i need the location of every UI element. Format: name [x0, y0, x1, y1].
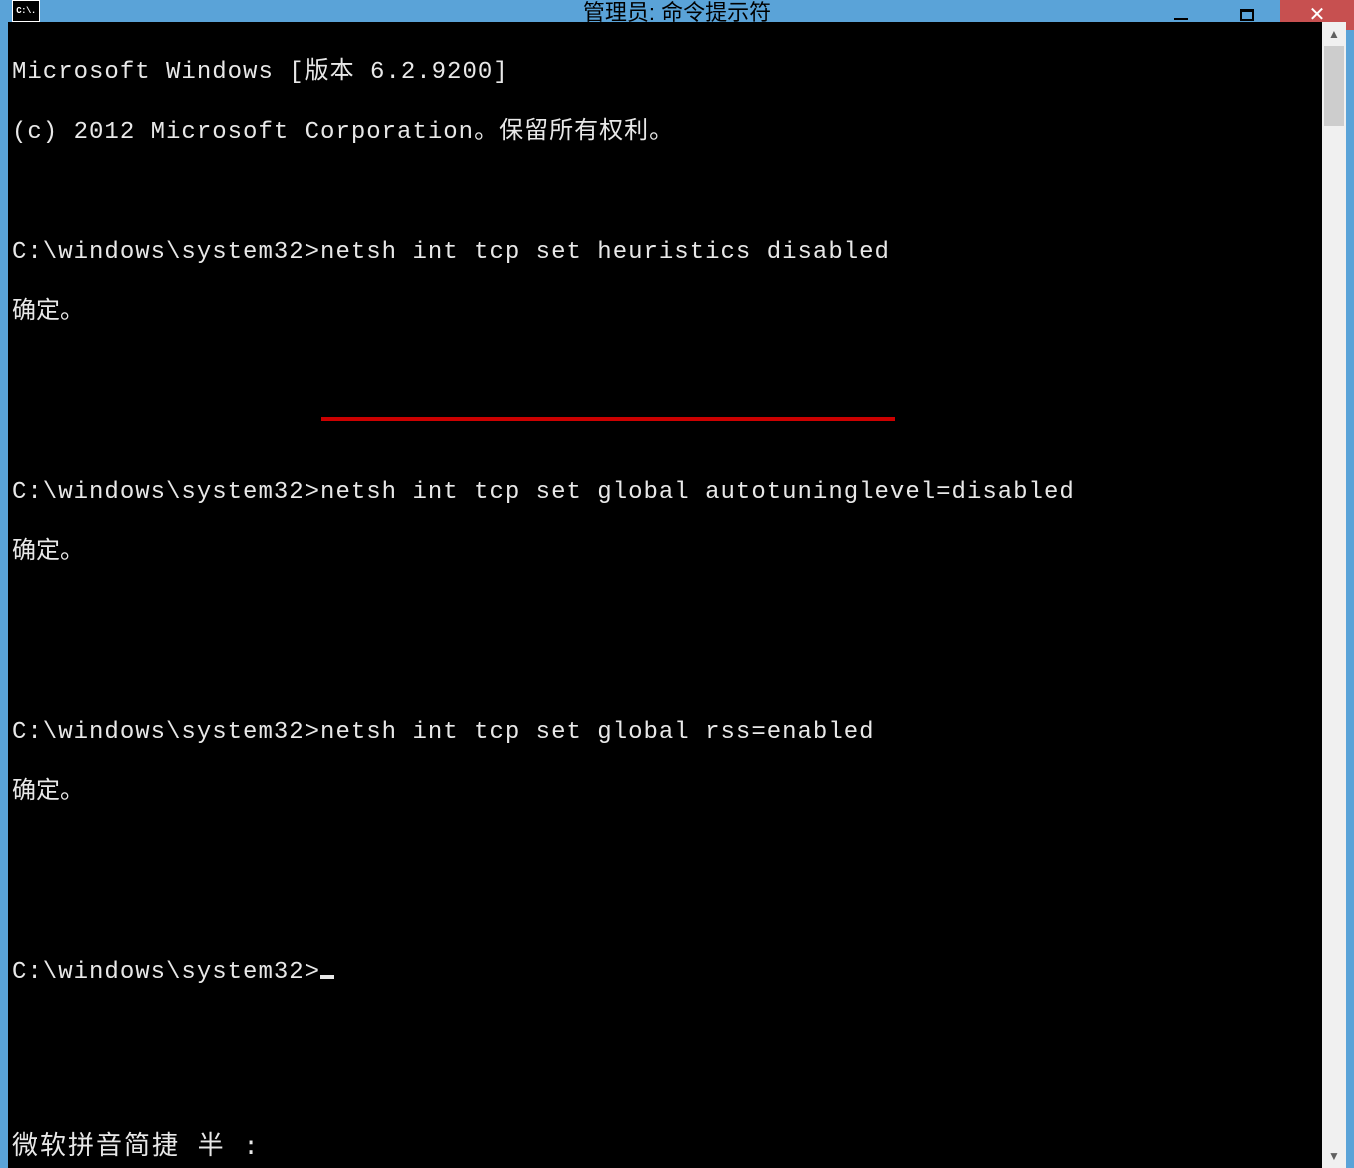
maximize-icon	[1240, 9, 1254, 21]
console-line	[12, 658, 1322, 688]
copyright-line: (c) 2012 Microsoft Corporation。保留所有权利。	[12, 119, 674, 146]
cursor	[320, 975, 334, 979]
console-line: C:\windows\system32>	[12, 958, 1322, 988]
prompt: C:\windows\system32>	[12, 959, 320, 986]
red-underline-annotation	[321, 417, 895, 421]
prompt: C:\windows\system32>	[12, 479, 320, 506]
console-output[interactable]: Microsoft Windows [版本 6.2.9200] (c) 2012…	[8, 22, 1322, 1168]
prompt: C:\windows\system32>	[12, 239, 320, 266]
console-line: 确定。	[12, 298, 1322, 328]
command-text: netsh int tcp set global autotuninglevel…	[320, 479, 1075, 506]
chevron-up-icon: ▲	[1328, 27, 1340, 41]
console-line: (c) 2012 Microsoft Corporation。保留所有权利。	[12, 118, 1322, 148]
version-line: Microsoft Windows [版本 6.2.9200]	[12, 59, 509, 86]
minimize-icon	[1174, 18, 1188, 20]
scrollbar-thumb[interactable]	[1324, 46, 1344, 126]
chevron-down-icon: ▼	[1328, 1149, 1340, 1163]
scroll-down-button[interactable]: ▼	[1322, 1144, 1346, 1168]
cmd-window: C:\. 管理员: 命令提示符 ✕ Microsoft Windows [版本 …	[0, 0, 1354, 918]
console-line: C:\windows\system32>netsh int tcp set gl…	[12, 478, 1322, 508]
console-line	[12, 898, 1322, 928]
console-line: Microsoft Windows [版本 6.2.9200]	[12, 58, 1322, 88]
result-ok: 确定。	[12, 539, 84, 566]
console-line	[12, 178, 1322, 208]
client-area: Microsoft Windows [版本 6.2.9200] (c) 2012…	[8, 22, 1346, 1168]
vertical-scrollbar[interactable]: ▲ ▼	[1322, 22, 1346, 1168]
ime-status: 微软拼音简捷 半 :	[12, 1132, 261, 1162]
console-line: 确定。	[12, 538, 1322, 568]
console-line	[12, 598, 1322, 628]
console-line: C:\windows\system32>netsh int tcp set he…	[12, 238, 1322, 268]
titlebar[interactable]: C:\. 管理员: 命令提示符 ✕	[0, 0, 1354, 22]
scroll-up-button[interactable]: ▲	[1322, 22, 1346, 46]
console-line: 确定。	[12, 778, 1322, 808]
command-text: netsh int tcp set heuristics disabled	[320, 239, 890, 266]
prompt: C:\windows\system32>	[12, 719, 320, 746]
console-line: C:\windows\system32>netsh int tcp set gl…	[12, 718, 1322, 748]
result-ok: 确定。	[12, 779, 84, 806]
command-text-highlighted: netsh int tcp set global rss=enabled	[320, 719, 874, 746]
app-icon-text: C:\.	[16, 6, 36, 16]
console-line	[12, 838, 1322, 868]
console-line	[12, 358, 1322, 388]
scrollbar-track[interactable]	[1322, 46, 1346, 1144]
result-ok: 确定。	[12, 299, 84, 326]
console-line	[12, 418, 1322, 448]
cmd-app-icon: C:\.	[12, 0, 40, 22]
